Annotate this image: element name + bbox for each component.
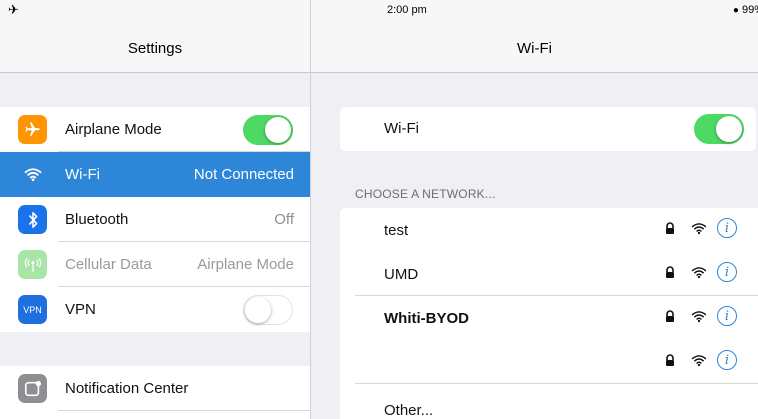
info-icon[interactable]: i xyxy=(717,350,737,370)
airplane-status-icon: ✈ xyxy=(8,2,19,17)
notification-center-icon xyxy=(18,374,47,403)
vpn-toggle[interactable] xyxy=(243,295,293,325)
alarm-icon: ● xyxy=(732,5,739,16)
toggle-knob xyxy=(716,116,742,142)
network-list: test i UMD i Whiti-BYOD i i Other... xyxy=(340,208,758,419)
network-row-umd[interactable]: UMD i xyxy=(340,252,758,296)
lock-icon xyxy=(666,354,674,366)
settings-row-notification-center[interactable]: Notification Center xyxy=(0,366,310,411)
vpn-label: VPN xyxy=(65,301,96,318)
network-name: test xyxy=(384,222,409,239)
airplane-mode-toggle[interactable] xyxy=(243,115,293,145)
settings-group-connectivity: Airplane Mode Wi-Fi Not Connected Blueto… xyxy=(0,107,310,332)
settings-row-cellular-data[interactable]: Cellular Data Airplane Mode xyxy=(0,242,310,287)
settings-row-vpn[interactable]: VPN VPN xyxy=(0,287,310,332)
network-row-unnamed[interactable]: i xyxy=(340,340,758,384)
info-icon[interactable]: i xyxy=(717,262,737,282)
lock-icon xyxy=(666,266,674,278)
settings-row-bluetooth[interactable]: Bluetooth Off xyxy=(0,197,310,242)
info-icon[interactable]: i xyxy=(717,218,737,238)
cellular-data-label: Cellular Data xyxy=(65,256,152,273)
wifi-pane: 2:00 pm ● 99% Wi-Fi Wi-Fi CHOOSE A NETWO… xyxy=(311,0,758,419)
info-icon[interactable]: i xyxy=(717,306,737,326)
settings-pane: ✈ Settings Airplane Mode Wi-Fi Not Conne… xyxy=(0,0,311,419)
other-network-label: Other... xyxy=(384,402,434,419)
airplane-icon xyxy=(18,115,47,144)
wifi-toggle-row: Wi-Fi xyxy=(340,107,756,151)
toggle-knob xyxy=(245,297,271,323)
notification-center-label: Notification Center xyxy=(65,380,189,397)
battery-percent: 99% xyxy=(741,4,758,16)
vpn-icon: VPN xyxy=(18,295,47,324)
wifi-label: Wi-Fi xyxy=(65,166,100,183)
status-battery: ● 99% xyxy=(733,4,758,16)
status-time: 2:00 pm xyxy=(387,4,427,16)
network-name: UMD xyxy=(384,266,419,283)
settings-row-airplane-mode[interactable]: Airplane Mode xyxy=(0,107,310,152)
settings-group-notifications: Notification Center xyxy=(0,366,310,419)
wifi-signal-icon xyxy=(691,355,707,367)
lock-icon xyxy=(666,310,674,322)
wifi-toggle-label: Wi-Fi xyxy=(384,120,419,137)
settings-title: Settings xyxy=(127,40,183,57)
airplane-mode-label: Airplane Mode xyxy=(65,121,162,138)
wifi-signal-icon xyxy=(691,311,707,323)
lock-icon xyxy=(666,222,674,234)
settings-header: ✈ Settings xyxy=(0,0,310,73)
wifi-status-value: Not Connected xyxy=(193,166,294,183)
divider xyxy=(58,410,310,411)
wifi-toggle[interactable] xyxy=(694,114,744,144)
bluetooth-icon xyxy=(18,205,47,234)
wifi-signal-icon xyxy=(691,223,707,235)
bluetooth-label: Bluetooth xyxy=(65,211,129,228)
settings-row-wifi[interactable]: Wi-Fi Not Connected xyxy=(0,152,310,197)
wifi-signal-icon xyxy=(691,267,707,279)
network-name: Whiti-BYOD xyxy=(384,310,469,327)
wifi-title: Wi-Fi xyxy=(517,40,552,57)
network-row-other[interactable]: Other... xyxy=(340,384,758,419)
choose-network-header: CHOOSE A NETWORK... xyxy=(355,187,496,201)
wifi-icon xyxy=(18,160,47,189)
network-row-test[interactable]: test i xyxy=(340,208,758,252)
bluetooth-status-value: Off xyxy=(274,211,294,228)
toggle-knob xyxy=(265,117,291,143)
cellular-data-status-value: Airplane Mode xyxy=(197,256,294,273)
network-row-whiti-byod[interactable]: Whiti-BYOD i xyxy=(340,296,758,340)
wifi-header: 2:00 pm ● 99% Wi-Fi xyxy=(311,0,758,73)
cellular-icon xyxy=(18,250,47,279)
